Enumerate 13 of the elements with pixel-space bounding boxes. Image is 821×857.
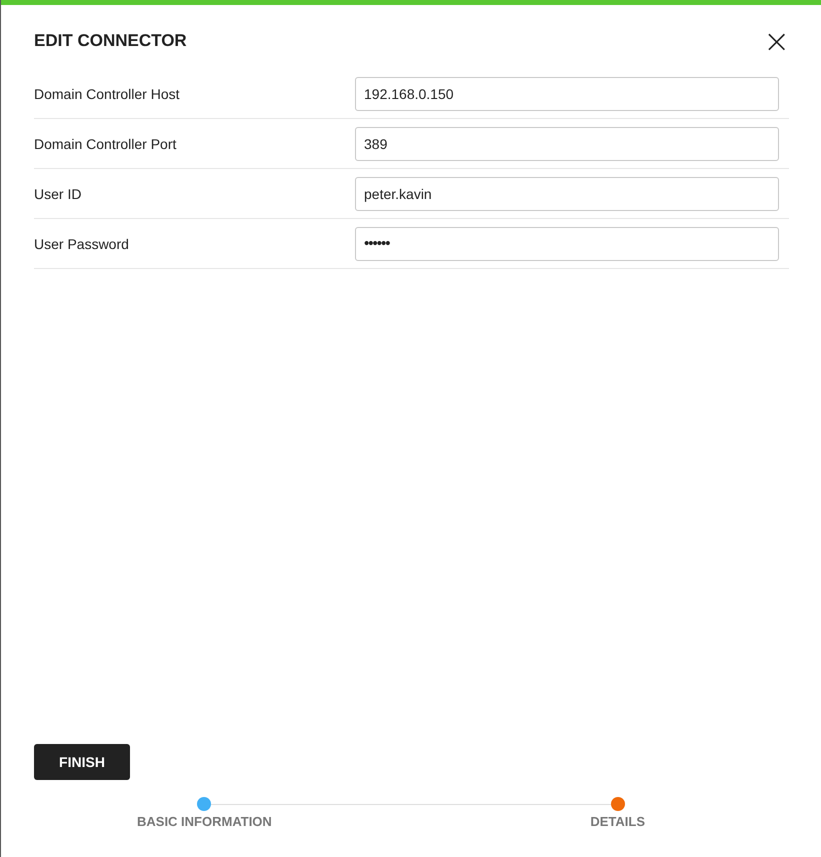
input-field[interactable]: 192.168.0.150 [355, 76, 779, 110]
dialog-title: EDIT CONNECTOR [34, 31, 187, 51]
finish-button[interactable]: FINISH [34, 744, 130, 780]
field-label: User ID [34, 186, 82, 202]
input-field[interactable]: peter.kavin [355, 176, 779, 210]
field-label: Domain Controller Host [34, 86, 180, 102]
step-label[interactable]: DETAILS [590, 814, 645, 829]
input-field[interactable]: 389 [355, 126, 779, 160]
input-field[interactable]: •••••• [355, 226, 779, 260]
step-label[interactable]: BASIC INFORMATION [137, 814, 272, 829]
close-button[interactable]: × [763, 27, 790, 55]
field-label: Domain Controller Port [34, 136, 176, 152]
field-label: User Password [34, 236, 129, 252]
